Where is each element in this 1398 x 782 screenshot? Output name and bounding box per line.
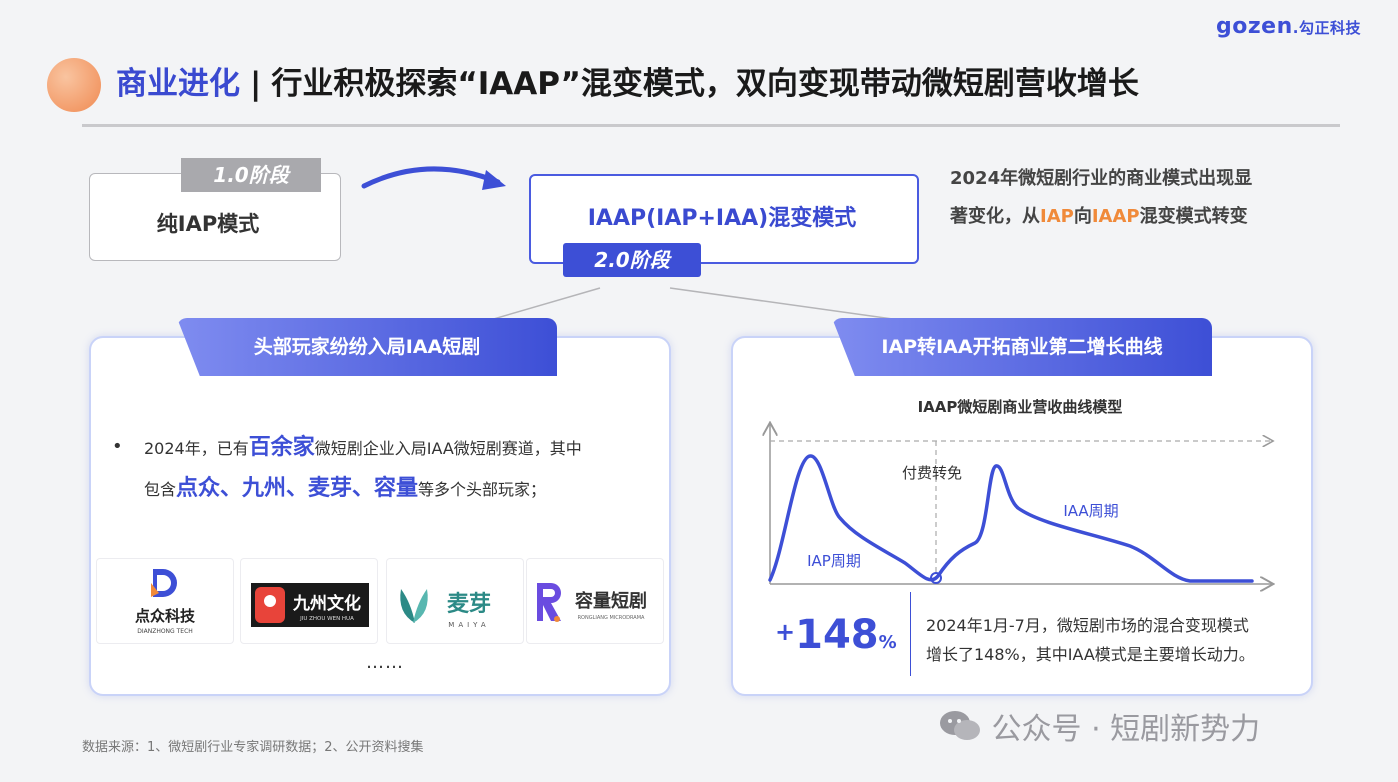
text-seg-3: 微短剧企业入局IAA微短剧赛道，其中 <box>314 439 582 458</box>
stat-divider <box>910 592 911 676</box>
right-panel-tab: IAP转IAA开拓商业第二增长曲线 <box>832 318 1212 376</box>
text-seg-4: 包含 <box>144 480 177 499</box>
dianzhong-logo-icon: 点众科技 DIANZHONG TECH <box>135 569 196 635</box>
revenue-curve-chart: 付费转免 IAP周期 IAA周期 <box>760 418 1280 593</box>
rongliang-name: 容量短剧 <box>575 590 647 612</box>
title-highlight: 商业进化 <box>116 66 240 102</box>
watermark-text: 公众号 · 短剧新势力 <box>991 712 1261 747</box>
company-logo: gozen.勾正科技 <box>1216 14 1361 39</box>
label-iaa: IAA周期 <box>1063 502 1118 520</box>
stat-line2: 增长了148%，其中IAA模式是主要增长动力。 <box>926 645 1255 664</box>
dianzhong-name: 点众科技 <box>135 607 196 625</box>
text-seg-1: 2024年，已有 <box>144 439 249 458</box>
left-panel-text: 2024年，已有百余家微短剧企业入局IAA微短剧赛道，其中 包含点众、九州、麦芽… <box>144 428 654 510</box>
text-seg-6: 等多个头部玩家； <box>418 480 547 499</box>
jiuzhou-logo-icon: 九州文化 JIU ZHOU WEN HUA <box>251 583 369 627</box>
left-panel-tab: 头部玩家纷纷入局IAA短剧 <box>177 318 557 376</box>
logo-card-dianzhong: 点众科技 DIANZHONG TECH <box>96 558 234 644</box>
jiuzhou-sub: JIU ZHOU WEN HUA <box>299 616 354 622</box>
data-source: 数据来源：1、微短剧行业专家调研数据；2、公开资料搜集 <box>82 740 424 755</box>
stage-arrow-icon <box>361 166 506 190</box>
chart-title: IAAP微短剧商业营收曲线模型 <box>917 398 1123 416</box>
side-note-text-c: 向 <box>1073 206 1092 227</box>
label-switch: 付费转免 <box>902 464 962 482</box>
stat-unit: % <box>878 632 897 653</box>
rongliang-sub: RONGLIANG MICRODRAMA <box>578 615 645 621</box>
logo-card-jiuzhou: 九州文化 JIU ZHOU WEN HUA <box>240 558 378 644</box>
stage2-text: IAAP(IAP+IAA)混变模式 <box>587 206 857 231</box>
label-iap: IAP周期 <box>807 552 861 570</box>
stat-line1: 2024年1月-7月，微短剧市场的混合变现模式 <box>926 616 1249 635</box>
rongliang-logo-icon: 容量短剧 RONGLIANG MICRODRAMA <box>537 583 647 622</box>
side-note: 2024年微短剧行业的商业模式出现显 著变化，从IAP向IAAP混变模式转变 <box>950 160 1350 236</box>
stage1-tag: 1.0阶段 <box>181 158 321 192</box>
watermark: 公众号 · 短剧新势力 <box>938 704 1260 748</box>
page-title: 商业进化 | 行业积极探索“IAAP”混变模式，双向变现带动微短剧营收增长 <box>116 62 1139 106</box>
maiya-logo-icon: 麦芽 MAIYA <box>400 589 491 629</box>
growth-stat: +148% <box>775 612 897 658</box>
side-note-text-e: 混变模式转变 <box>1139 206 1248 227</box>
stat-description: 2024年1月-7月，微短剧市场的混合变现模式 增长了148%，其中IAA模式是… <box>926 611 1296 669</box>
text-highlight-players: 点众、九州、麦芽、容量 <box>176 476 419 501</box>
stat-plus: + <box>775 618 796 646</box>
stage2-tag: 2.0阶段 <box>563 243 701 277</box>
jiuzhou-name: 九州文化 <box>292 593 361 614</box>
wechat-icon <box>940 711 980 740</box>
bullet-dot: • <box>112 436 123 457</box>
logo-card-rongliang: 容量短剧 RONGLIANG MICRODRAMA <box>526 558 664 644</box>
side-note-iap: IAP <box>1040 206 1074 227</box>
title-dot-icon <box>47 58 101 112</box>
title-main: 行业积极探索“IAAP”混变模式，双向变现带动微短剧营收增长 <box>271 66 1139 102</box>
logo-brand: gozen <box>1216 14 1293 39</box>
side-note-iaap: IAAP <box>1091 206 1140 227</box>
logo-card-maiya: 麦芽 MAIYA <box>386 558 524 644</box>
stage1-text: 纯IAP模式 <box>156 212 260 236</box>
stat-number: 148 <box>795 612 879 658</box>
logo-cn: .勾正科技 <box>1292 19 1361 37</box>
maiya-name: 麦芽 <box>447 591 491 617</box>
side-note-line1: 2024年微短剧行业的商业模式出现显 <box>950 168 1253 189</box>
text-highlight-count: 百余家 <box>248 435 315 460</box>
side-note-line2: 著变化，从IAP向IAAP混变模式转变 <box>950 198 1350 236</box>
title-separator: | <box>250 66 262 102</box>
title-divider <box>82 124 1340 127</box>
maiya-sub: MAIYA <box>448 621 489 629</box>
side-note-text-a: 著变化，从 <box>950 206 1040 227</box>
more-ellipsis: …… <box>366 652 404 673</box>
dianzhong-sub: DIANZHONG TECH <box>137 628 193 635</box>
